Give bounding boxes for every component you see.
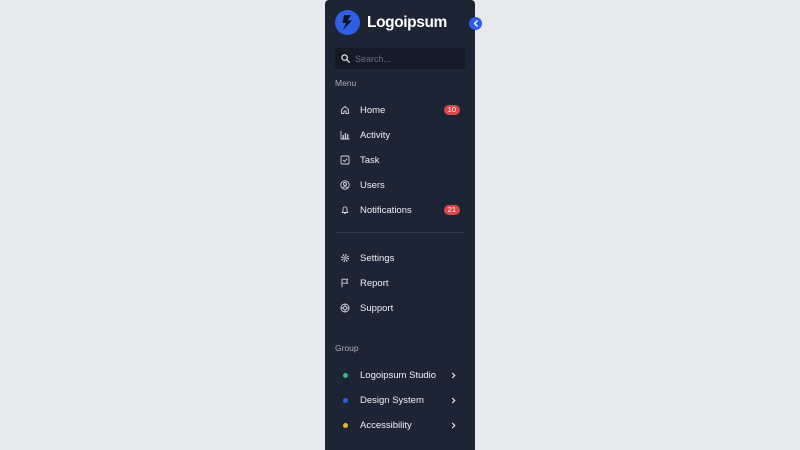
search-input[interactable]	[355, 53, 455, 64]
divider	[335, 232, 465, 233]
chevron-right-icon	[450, 371, 456, 379]
lifebuoy-icon	[340, 303, 350, 313]
sidebar-item-label: Support	[360, 302, 394, 314]
search-icon	[341, 54, 350, 63]
sidebar-item-label: Report	[360, 277, 389, 289]
gear-icon	[340, 253, 350, 263]
group-section-label: Group	[335, 343, 359, 353]
sidebar-item-settings[interactable]: Settings	[335, 247, 465, 269]
chevron-right-icon	[450, 421, 456, 429]
chevron-right-icon	[450, 396, 456, 404]
sidebar-item-report[interactable]: Report	[335, 272, 465, 294]
flag-icon	[340, 278, 350, 288]
sidebar-item-notifications[interactable]: Notifications 21	[335, 199, 465, 221]
group-item-label: Accessibility	[360, 419, 412, 431]
sidebar-item-label: Home	[360, 104, 386, 116]
menu-section-label: Menu	[335, 78, 357, 88]
group-item-label: Logoipsum Studio	[360, 369, 437, 381]
status-dot	[343, 372, 348, 378]
user-circle-icon	[340, 180, 350, 190]
bar-chart-icon	[340, 130, 350, 140]
search-box[interactable]	[335, 48, 465, 69]
notification-count-badge: 10	[443, 105, 460, 115]
brand-name: Logoipsum	[367, 13, 447, 31]
bell-icon	[340, 205, 350, 215]
checkbox-icon	[340, 155, 350, 165]
collapse-sidebar-button[interactable]	[469, 17, 482, 30]
sidebar-item-label: Users	[360, 179, 385, 191]
sidebar-item-label: Settings	[360, 252, 395, 264]
sidebar-item-users[interactable]: Users	[335, 174, 465, 196]
group-item-design-system[interactable]: Design System	[335, 389, 465, 411]
status-dot	[343, 422, 348, 428]
group-item-logoipsum-studio[interactable]: Logoipsum Studio	[335, 364, 465, 386]
group-item-label: Design System	[360, 394, 424, 406]
sidebar-item-home[interactable]: Home 10	[335, 99, 465, 121]
sidebar-item-task[interactable]: Task	[335, 149, 465, 171]
sidebar-item-label: Notifications	[360, 204, 412, 216]
notification-count-badge: 21	[443, 205, 460, 215]
sidebar-item-activity[interactable]: Activity	[335, 124, 465, 146]
sidebar: Logoipsum Menu Home 10	[325, 0, 482, 450]
sidebar-item-label: Task	[360, 154, 380, 166]
group-item-accessibility[interactable]: Accessibility	[335, 414, 465, 436]
chevron-left-icon	[473, 20, 478, 27]
sidebar-item-support[interactable]: Support	[335, 297, 465, 319]
home-icon	[340, 105, 350, 115]
brand[interactable]: Logoipsum	[335, 10, 447, 35]
status-dot	[343, 397, 348, 403]
bolt-icon	[335, 10, 360, 35]
sidebar-item-label: Activity	[360, 129, 391, 141]
